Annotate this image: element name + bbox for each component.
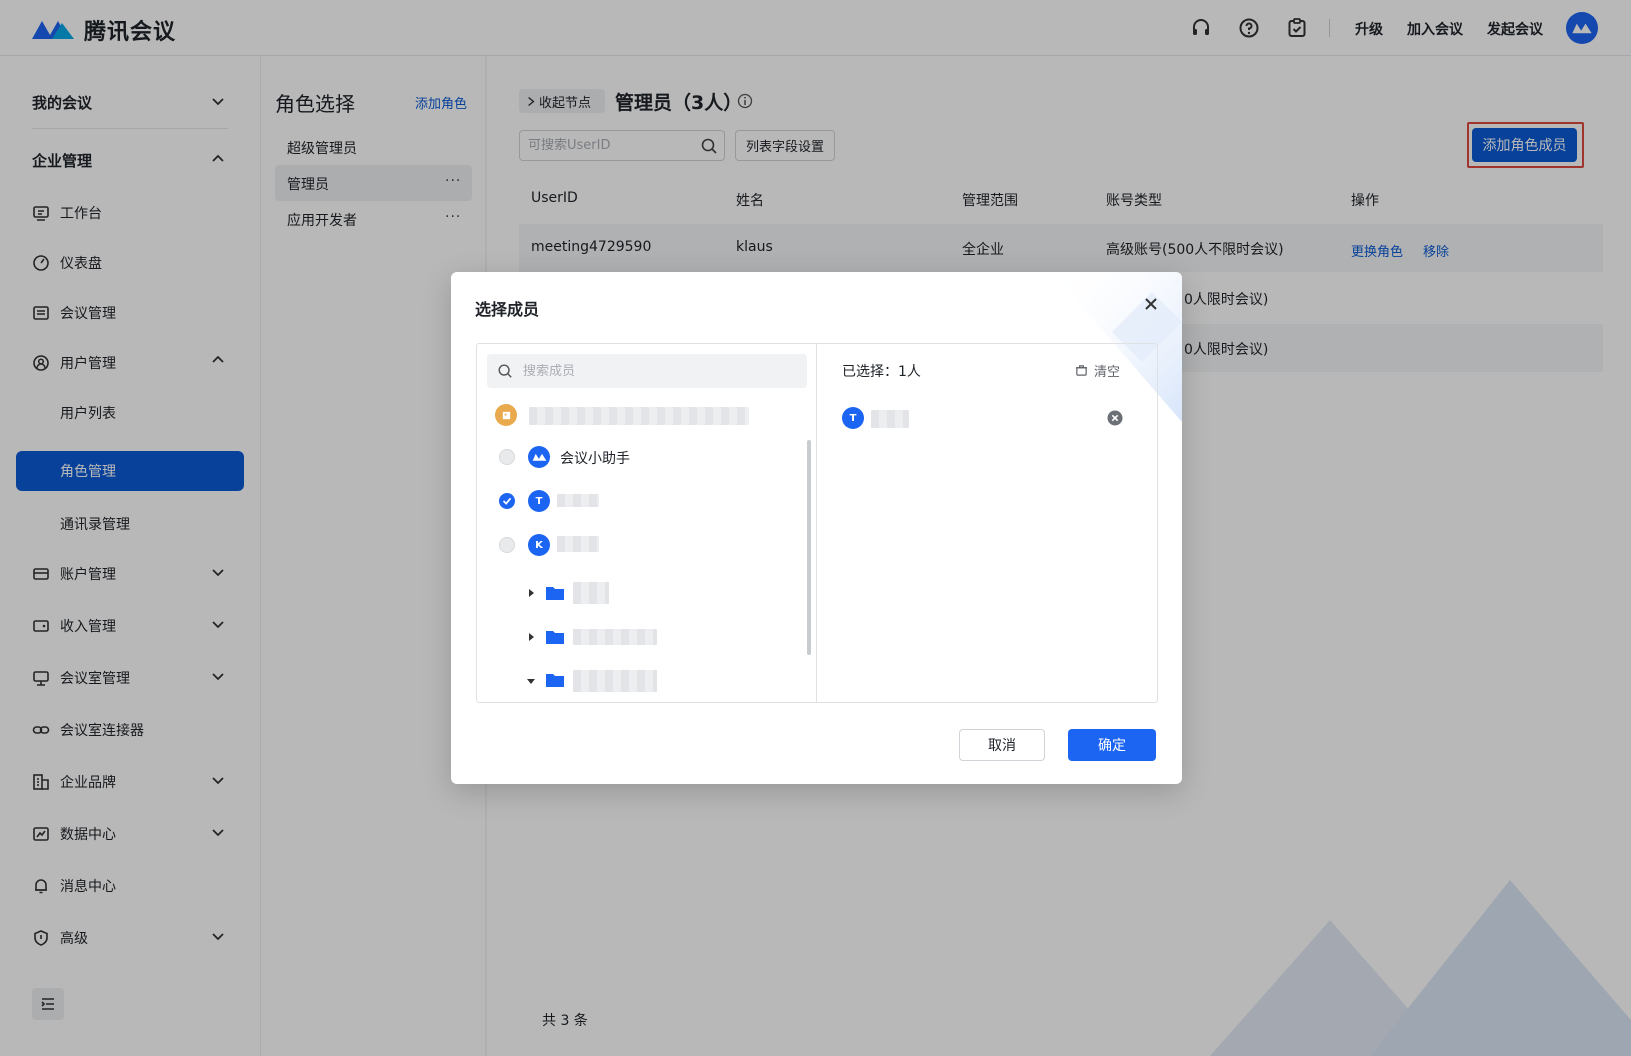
check-icon bbox=[502, 497, 512, 505]
caret-right-icon[interactable] bbox=[526, 588, 536, 598]
redacted-org-name bbox=[529, 407, 749, 425]
caret-down-icon[interactable] bbox=[526, 676, 536, 686]
member-search-input[interactable] bbox=[523, 363, 783, 379]
assistant-avatar bbox=[528, 446, 550, 468]
redacted-folder-name bbox=[573, 582, 609, 604]
caret-right-icon[interactable] bbox=[526, 632, 536, 642]
close-icon[interactable] bbox=[1141, 294, 1161, 314]
search-icon bbox=[498, 364, 512, 378]
member-search[interactable] bbox=[487, 354, 807, 388]
dialog-title: 选择成员 bbox=[475, 300, 540, 319]
redacted-folder-name bbox=[573, 629, 657, 645]
redacted-member-name bbox=[557, 536, 599, 552]
trash-icon bbox=[1075, 365, 1088, 376]
select-member-dialog: 选择成员 会议小助手 T bbox=[451, 272, 1182, 784]
organization-icon bbox=[495, 404, 517, 426]
folder-icon bbox=[546, 631, 564, 644]
folder-icon bbox=[546, 674, 564, 687]
member-avatar: K bbox=[528, 534, 550, 556]
member-tree-panel: 会议小助手 T K bbox=[477, 344, 817, 702]
member-radio[interactable] bbox=[499, 449, 515, 465]
member-name[interactable]: 会议小助手 bbox=[560, 448, 630, 468]
member-picker: 会议小助手 T K 已选择：1人 清空 bbox=[476, 343, 1158, 703]
scrollbar[interactable] bbox=[807, 440, 811, 655]
cancel-button[interactable]: 取消 bbox=[959, 729, 1045, 761]
confirm-button[interactable]: 确定 bbox=[1068, 729, 1156, 761]
remove-selected-icon[interactable] bbox=[1107, 410, 1123, 426]
redacted-member-name bbox=[557, 494, 599, 507]
member-radio-checked[interactable] bbox=[499, 493, 515, 509]
redacted-selected-name bbox=[871, 410, 909, 428]
clear-button[interactable]: 清空 bbox=[1075, 361, 1120, 380]
member-radio[interactable] bbox=[499, 537, 515, 553]
clear-label: 清空 bbox=[1094, 365, 1121, 380]
redacted-folder-name bbox=[573, 670, 657, 692]
member-avatar: T bbox=[528, 490, 550, 512]
selected-count: 已选择：1人 bbox=[842, 364, 921, 380]
selected-member-avatar: T bbox=[842, 407, 864, 429]
folder-icon bbox=[546, 587, 564, 600]
